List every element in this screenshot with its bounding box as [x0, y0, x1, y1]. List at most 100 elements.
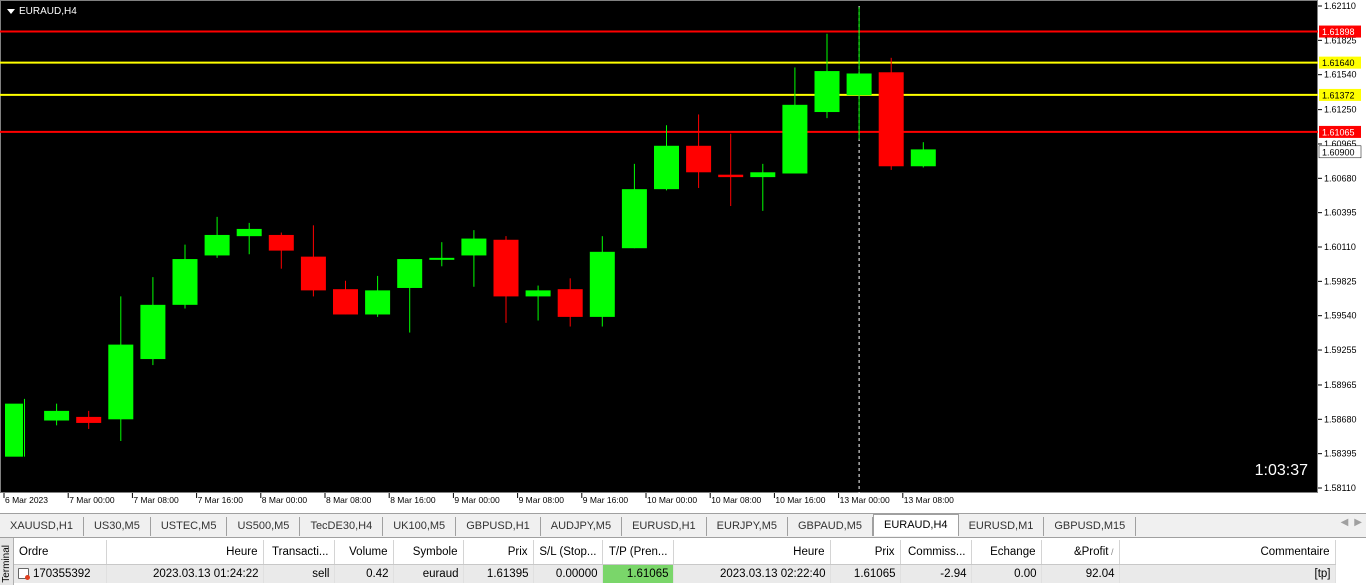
candle-body[interactable]: [429, 257, 455, 260]
level-price-label: 1.61898: [1322, 27, 1355, 37]
candle-body[interactable]: [846, 73, 872, 96]
candle-body[interactable]: [268, 234, 294, 251]
chart-tab-gbpusd-h1[interactable]: GBPUSD,H1: [456, 517, 541, 536]
candle-body[interactable]: [686, 145, 712, 173]
candle-body[interactable]: [44, 410, 70, 421]
tab-scroll-arrows: ◀ ▶: [1341, 517, 1362, 528]
chart-tab-gbpaud-m5[interactable]: GBPAUD,M5: [788, 517, 873, 536]
price-axis-label: 1.60110: [1324, 242, 1356, 252]
time-axis-label: 10 Mar 00:00: [647, 495, 697, 505]
cell-value: 170355392: [33, 568, 91, 580]
candle-body[interactable]: [750, 172, 776, 178]
candle-body[interactable]: [140, 304, 166, 360]
price-axis-label: 1.58680: [1324, 414, 1357, 424]
level-price-label: 1.61372: [1322, 90, 1355, 100]
column-header-label: Prix: [507, 546, 528, 558]
candle-body[interactable]: [718, 174, 744, 178]
column-header-label: Ordre: [19, 546, 49, 558]
candle-body[interactable]: [589, 251, 615, 317]
column-header-label: T/P (Pren...: [608, 546, 668, 558]
column-header-label: Heure: [793, 546, 825, 558]
chart-tab-uk100-m5[interactable]: UK100,M5: [383, 517, 457, 536]
chart-window[interactable]: 1.62110 1.61825 1.61540 1.61250 1.60965 1.606…: [0, 0, 1366, 513]
chart-tab-eurjpy-m5[interactable]: EURJPY,M5: [706, 517, 788, 536]
chart-tab-us500-m5[interactable]: US500,M5: [227, 517, 301, 536]
column-header[interactable]: S/L (Stop...: [533, 540, 603, 565]
candle-body[interactable]: [172, 259, 198, 305]
candle-body[interactable]: [461, 238, 487, 256]
column-header[interactable]: Echange: [971, 540, 1042, 565]
column-header-label: Heure: [226, 546, 258, 558]
candle-body[interactable]: [397, 259, 423, 288]
candle-body[interactable]: [365, 290, 391, 315]
chart-tab-eurusd-h1[interactable]: EURUSD,H1: [622, 517, 707, 536]
candle-body[interactable]: [654, 145, 679, 190]
candle-body[interactable]: [333, 289, 358, 315]
candle-body[interactable]: [878, 72, 904, 167]
table-cell: 1.61065: [602, 564, 674, 583]
chart-tab-audjpy-m5[interactable]: AUDJPY,M5: [540, 517, 623, 536]
column-header[interactable]: Commiss...: [900, 540, 972, 565]
column-header[interactable]: Commentaire: [1119, 540, 1336, 565]
table-cell: 170355392: [14, 564, 107, 583]
time-axis-label: 6 Mar 2023: [5, 495, 48, 505]
candle-body[interactable]: [204, 234, 230, 256]
price-axis-label: 1.62110: [1324, 1, 1356, 11]
column-header[interactable]: Prix: [830, 540, 901, 565]
candle-body[interactable]: [814, 71, 840, 113]
column-header[interactable]: T/P (Pren...: [602, 540, 674, 565]
chart-tab-us30-m5[interactable]: US30,M5: [83, 517, 151, 536]
table-cell: euraud: [393, 564, 464, 583]
candle-body[interactable]: [910, 149, 936, 167]
time-axis-label: 10 Mar 08:00: [711, 495, 761, 505]
cell-value: [tp]: [1314, 568, 1331, 580]
terminal-side-tab[interactable]: Terminal: [0, 538, 14, 585]
candle-body[interactable]: [76, 416, 102, 423]
chart-tab-euraud-h4[interactable]: EURAUD,H4: [872, 514, 959, 536]
chart-tab-xauusd-h1[interactable]: XAUUSD,H1: [0, 517, 84, 536]
price-axis-label: 1.61250: [1324, 105, 1357, 115]
time-axis-label: 13 Mar 00:00: [840, 495, 890, 505]
chart-menu-triangle-icon[interactable]: [7, 9, 15, 14]
column-header[interactable]: &Profit /: [1041, 540, 1120, 565]
column-header[interactable]: Symbole: [393, 540, 464, 565]
chart-tab-ustec-m5[interactable]: USTEC,M5: [150, 517, 228, 536]
time-axis-label: 7 Mar 16:00: [198, 495, 244, 505]
column-header[interactable]: Prix: [463, 540, 534, 565]
chart-symbol-label[interactable]: EURAUD,H4: [7, 6, 77, 17]
column-header[interactable]: Volume: [334, 540, 394, 565]
candle-body[interactable]: [300, 256, 326, 291]
column-header[interactable]: Transacti...: [263, 540, 335, 565]
price-axis-label: 1.59255: [1324, 345, 1357, 355]
price-chart[interactable]: 1.621101.618251.615401.612501.609651.606…: [0, 0, 1366, 513]
table-header-row: Ordre Heure Transacti... Volume Symbole Prix S…: [14, 540, 1336, 565]
chart-tab-tecde30-h4[interactable]: TecDE30,H4: [300, 517, 384, 536]
cell-value: euraud: [422, 568, 459, 580]
table-row[interactable]: 170355392 2023.03.13 01:24:22 sell 0.42 eura…: [14, 564, 1336, 583]
table-cell: -2.94: [900, 564, 972, 583]
sort-indicator-icon: /: [1108, 547, 1114, 557]
candle-body[interactable]: [782, 104, 808, 174]
chart-tab-gbpusd-m15[interactable]: GBPUSD,M15: [1044, 517, 1137, 536]
candle-body[interactable]: [5, 403, 23, 457]
column-header[interactable]: Heure: [673, 540, 831, 565]
time-axis-label: 9 Mar 08:00: [519, 495, 565, 505]
current-price-label: 1.60900: [1322, 147, 1355, 157]
candle-body[interactable]: [525, 290, 551, 297]
column-header[interactable]: Ordre: [14, 540, 107, 565]
cell-value: 0.00: [1014, 568, 1037, 580]
tab-scroll-right-icon[interactable]: ▶: [1354, 517, 1362, 528]
candle-body[interactable]: [557, 289, 583, 317]
level-price-label: 1.61640: [1322, 58, 1355, 68]
cell-value: 2023.03.13 02:22:40: [719, 568, 826, 580]
tab-scroll-left-icon[interactable]: ◀: [1341, 517, 1349, 528]
candle-body[interactable]: [236, 228, 262, 237]
cell-value: 0.42: [366, 568, 389, 580]
candle-body[interactable]: [493, 239, 519, 297]
cell-value: 1.61395: [486, 568, 529, 580]
column-header-label: &Profit: [1073, 546, 1109, 558]
candle-body[interactable]: [108, 344, 134, 420]
chart-tab-eurusd-m1[interactable]: EURUSD,M1: [958, 517, 1045, 536]
column-header[interactable]: Heure: [106, 540, 264, 565]
candle-body[interactable]: [621, 189, 647, 249]
